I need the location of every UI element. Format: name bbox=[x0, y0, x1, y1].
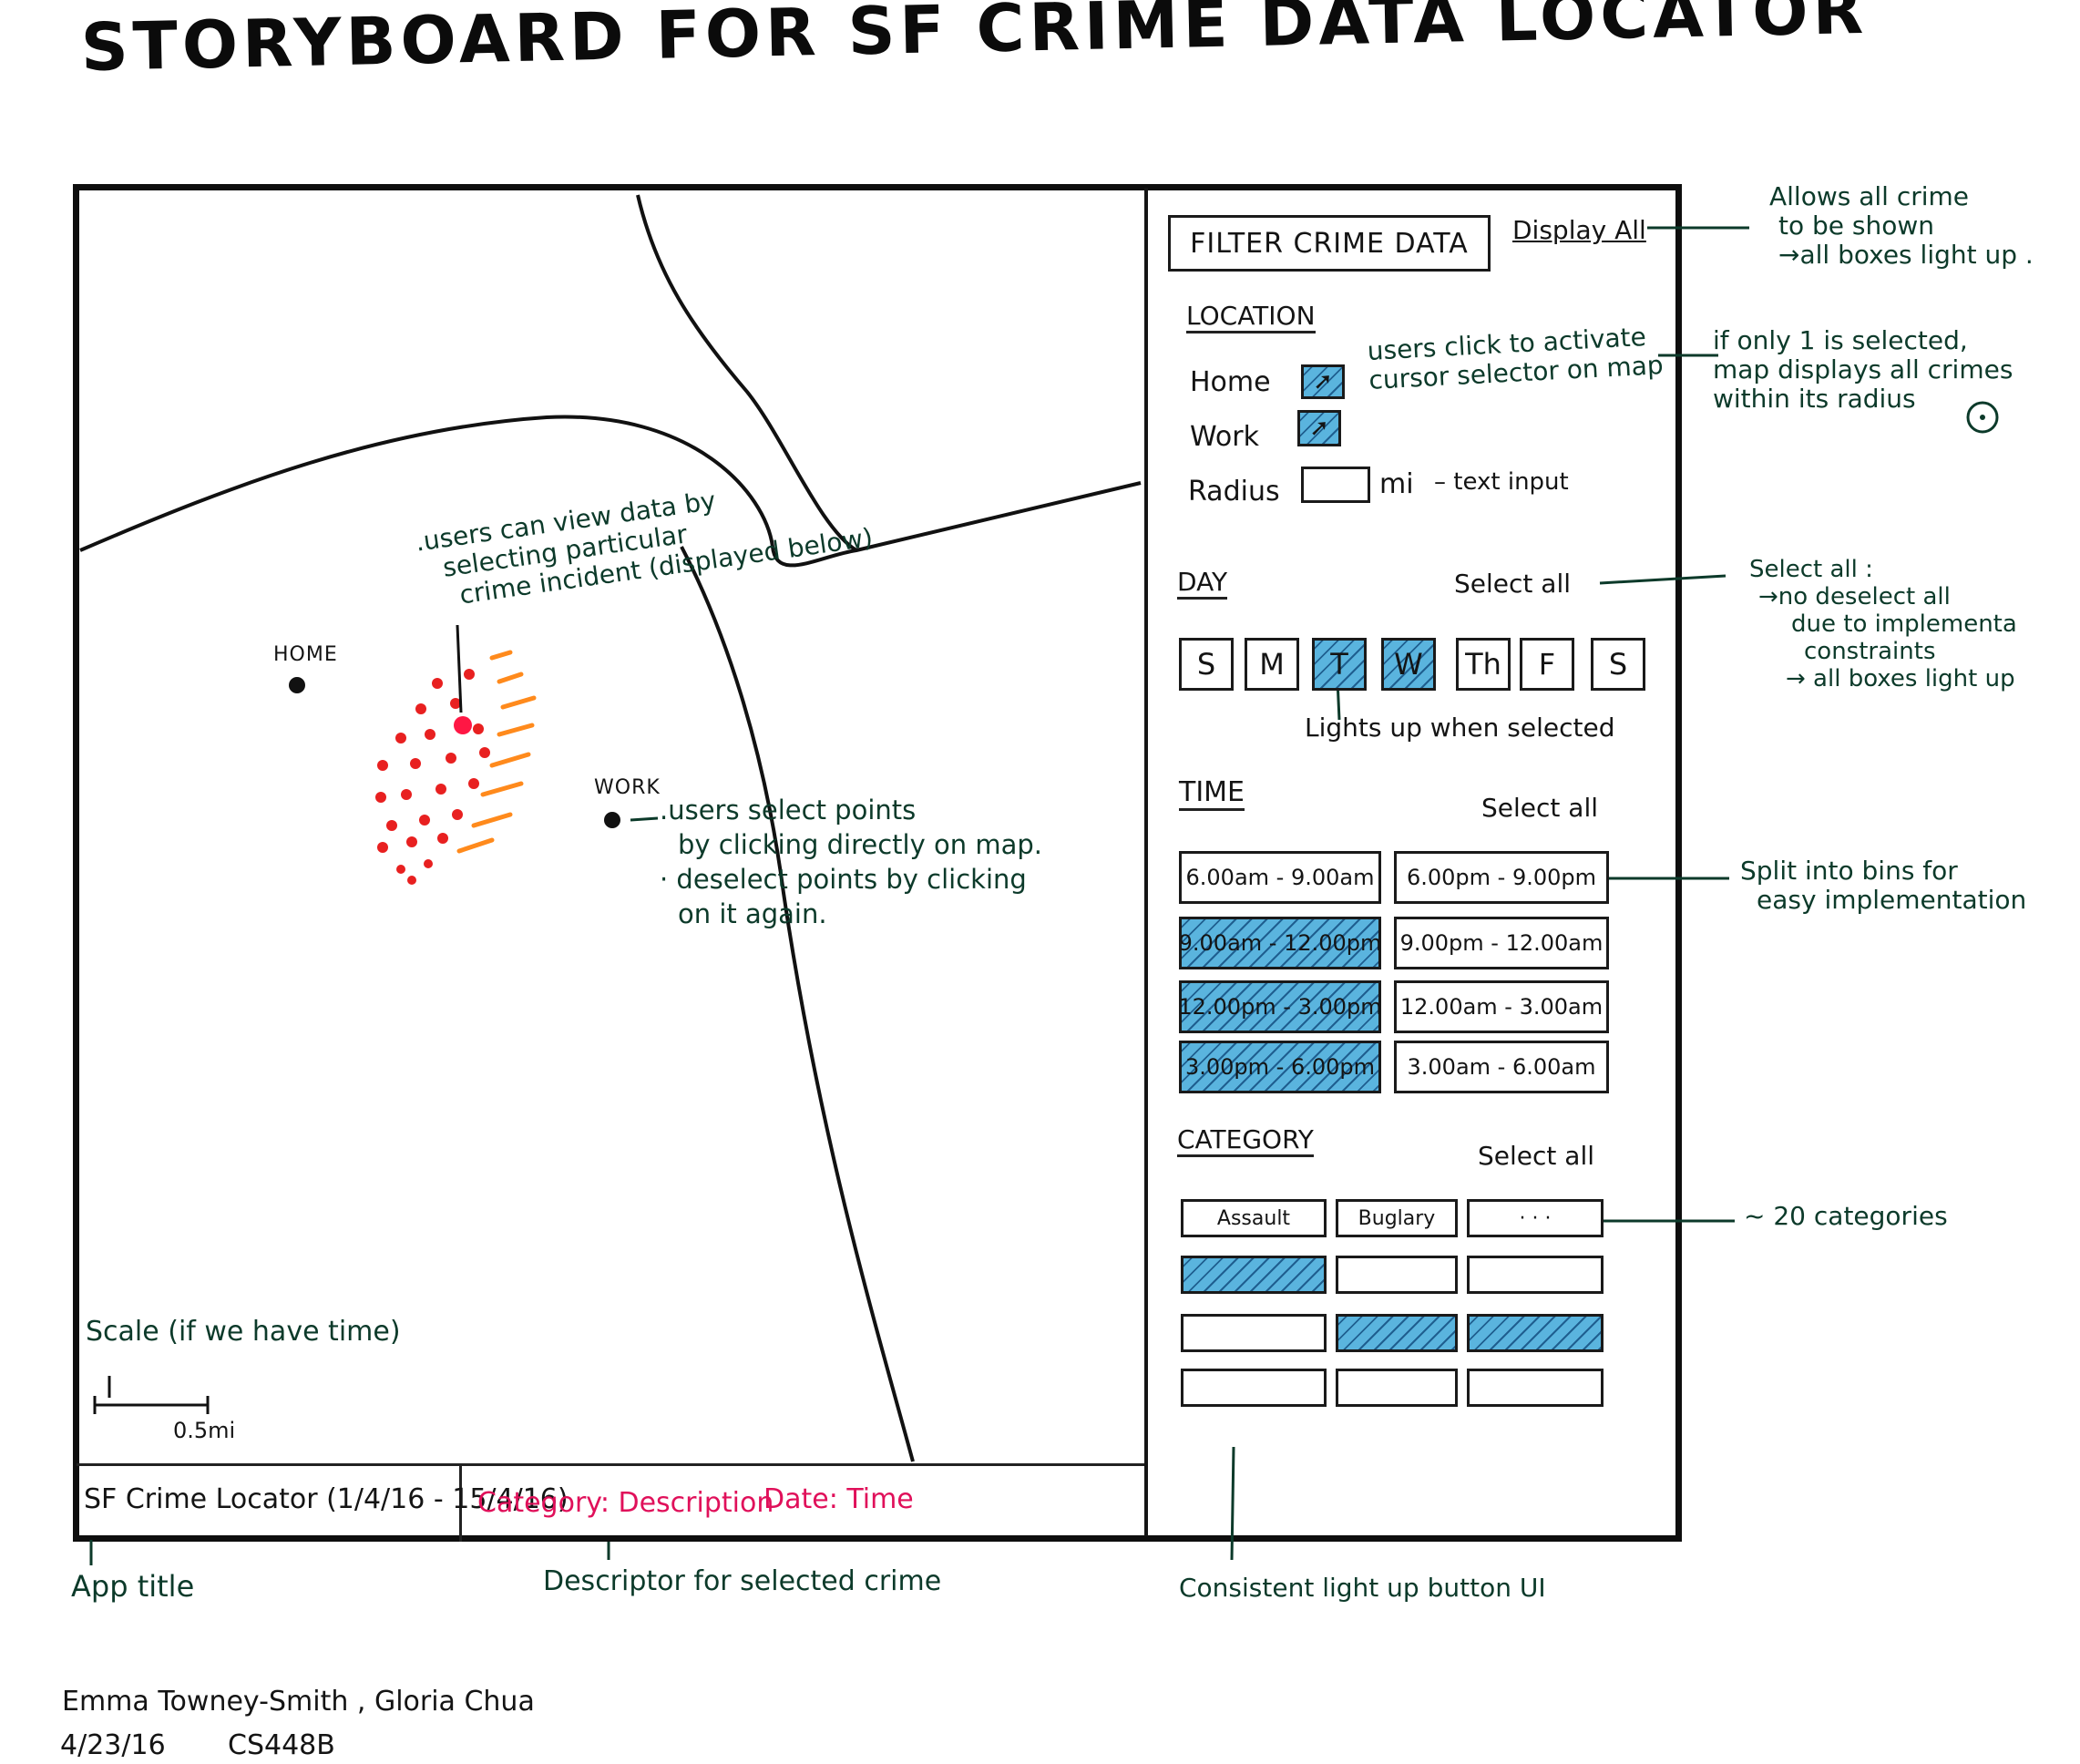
selected-crime-category: Category: Description bbox=[477, 1487, 774, 1519]
day-button-6[interactable]: S bbox=[1591, 638, 1645, 691]
category-button-3-2[interactable] bbox=[1467, 1369, 1604, 1407]
radius-input[interactable] bbox=[1301, 467, 1370, 503]
time-heading: TIME bbox=[1179, 776, 1245, 811]
crime-streaks bbox=[456, 650, 537, 854]
category-button-0-0[interactable]: Assault bbox=[1181, 1199, 1327, 1237]
display-all-annotation: Allows all crime to be shown →all boxes … bbox=[1769, 181, 2034, 270]
time-bin-left-1[interactable]: 9.00am - 12.00pm bbox=[1179, 917, 1381, 969]
radius-input-note: – text input bbox=[1434, 468, 1569, 496]
credits-course: CS448B bbox=[228, 1729, 335, 1761]
time-bins-annotation: Split into bins for easy implementation bbox=[1740, 856, 2027, 915]
credits-date: 4/23/16 bbox=[60, 1729, 166, 1761]
radius-unit: mi bbox=[1379, 468, 1414, 500]
app-title-annotation: App title bbox=[71, 1569, 195, 1604]
category-button-0-1[interactable]: Buglary bbox=[1336, 1199, 1458, 1237]
cursor-icon: ➚ bbox=[1309, 415, 1329, 442]
time-bin-left-2[interactable]: 12.00pm - 3.00pm bbox=[1178, 980, 1382, 1033]
day-button-5[interactable]: F bbox=[1520, 638, 1574, 691]
filter-title: FILTER CRIME DATA bbox=[1168, 215, 1491, 272]
category-button-0-2[interactable]: · · · bbox=[1467, 1199, 1604, 1237]
select-all-annotation: Select all : →no deselect all due to imp… bbox=[1749, 556, 2017, 692]
category-button-1-1[interactable] bbox=[1336, 1256, 1458, 1294]
crime-cluster bbox=[375, 669, 490, 885]
day-button-3[interactable]: W bbox=[1381, 638, 1436, 691]
time-bin-right-2[interactable]: 12.00am - 3.00am bbox=[1394, 980, 1609, 1033]
work-field-label: Work bbox=[1190, 421, 1259, 453]
work-cursor-button[interactable]: ➚ bbox=[1297, 410, 1341, 446]
home-cursor-button[interactable]: ➚ bbox=[1301, 364, 1345, 399]
day-button-2[interactable]: T bbox=[1312, 638, 1367, 691]
home-label: HOME bbox=[273, 643, 338, 666]
cursor-icon: ➚ bbox=[1313, 368, 1333, 395]
home-field-label: Home bbox=[1190, 366, 1271, 398]
location-annotation: if only 1 is selected, map displays all … bbox=[1713, 325, 2013, 414]
time-bin-right-3[interactable]: 3.00am - 6.00am bbox=[1394, 1041, 1609, 1093]
category-button-2-1[interactable] bbox=[1336, 1314, 1458, 1352]
selected-crime-date: Date: Time bbox=[763, 1483, 914, 1515]
category-button-2-2[interactable] bbox=[1467, 1314, 1604, 1352]
road-vertical bbox=[680, 546, 915, 1462]
work-label: WORK bbox=[594, 776, 661, 799]
descriptor-annotation: Descriptor for selected crime bbox=[543, 1565, 942, 1597]
day-heading: DAY bbox=[1177, 567, 1228, 600]
location-heading: LOCATION bbox=[1186, 301, 1316, 333]
day-select-all[interactable]: Select all bbox=[1454, 569, 1571, 599]
time-bin-right-0[interactable]: 6.00pm - 9.00pm bbox=[1394, 851, 1609, 904]
category-button-3-0[interactable] bbox=[1181, 1369, 1327, 1407]
home-pin bbox=[289, 677, 305, 693]
work-pin bbox=[604, 812, 620, 828]
time-bin-left-0[interactable]: 6.00am - 9.00am bbox=[1179, 851, 1381, 904]
time-bin-left-3[interactable]: 3.00pm - 6.00pm bbox=[1179, 1041, 1381, 1093]
scale-value: 0.5mi bbox=[173, 1418, 236, 1443]
map-select-note: .users select points by clicking directl… bbox=[660, 795, 1042, 929]
category-heading: CATEGORY bbox=[1177, 1124, 1314, 1157]
selected-crime-pin bbox=[454, 716, 472, 734]
consistent-ui-annotation: Consistent light up button UI bbox=[1179, 1573, 1546, 1603]
display-all-button[interactable]: Display All bbox=[1512, 215, 1646, 245]
category-button-1-2[interactable] bbox=[1467, 1256, 1604, 1294]
category-button-3-1[interactable] bbox=[1336, 1369, 1458, 1407]
day-button-1[interactable]: M bbox=[1245, 638, 1299, 691]
scale-bar bbox=[93, 1376, 210, 1414]
day-button-4[interactable]: Th bbox=[1456, 638, 1511, 691]
radius-field-label: Radius bbox=[1188, 476, 1280, 508]
scale-note: Scale (if we have time) bbox=[86, 1316, 401, 1348]
day-note: Lights up when selected bbox=[1305, 713, 1615, 743]
credits-authors: Emma Towney-Smith , Gloria Chua bbox=[62, 1686, 535, 1718]
category-button-2-0[interactable] bbox=[1181, 1314, 1327, 1352]
category-select-all[interactable]: Select all bbox=[1478, 1141, 1594, 1171]
time-select-all[interactable]: Select all bbox=[1481, 793, 1598, 823]
categories-annotation: ~ 20 categories bbox=[1744, 1201, 1948, 1231]
category-button-1-0[interactable] bbox=[1181, 1256, 1327, 1294]
time-bin-right-1[interactable]: 9.00pm - 12.00am bbox=[1394, 917, 1609, 969]
day-button-0[interactable]: S bbox=[1179, 638, 1234, 691]
